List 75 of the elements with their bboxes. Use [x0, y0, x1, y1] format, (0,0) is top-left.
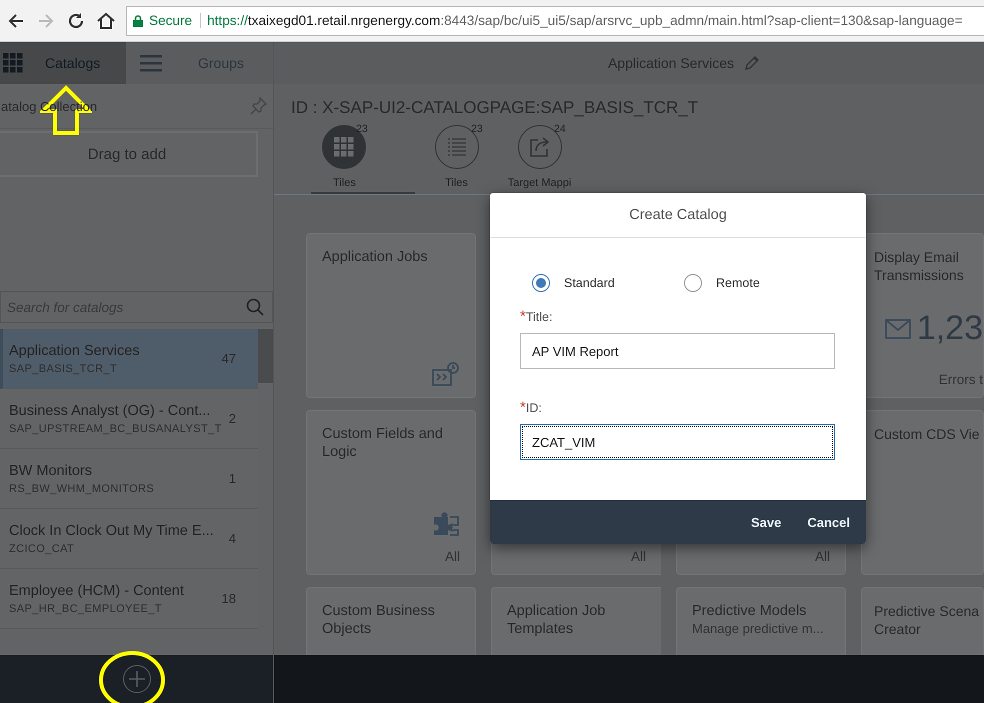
radio-option[interactable]: Standard: [532, 274, 684, 292]
app-tile[interactable]: Application Jobs: [306, 233, 476, 398]
share-icon: [528, 136, 550, 158]
drop-zone[interactable]: Drag to add: [0, 131, 258, 177]
pin-icon[interactable]: [249, 97, 267, 115]
list-icon: [446, 137, 466, 157]
tile-footer: Errors t: [938, 372, 983, 387]
app-tile[interactable]: Custom CDS Vie: [861, 410, 984, 575]
grid-icon: [334, 137, 354, 157]
app-tile[interactable]: Custom Fields and Logic All: [306, 410, 476, 575]
catalog-count: 47: [222, 351, 236, 366]
radio-option[interactable]: Remote: [684, 274, 836, 292]
catalog-id: SAP_UPSTREAM_BC_BUSANALYST_T: [9, 422, 222, 434]
catalog-id: SAP_HR_BC_EMPLOYEE_T: [9, 602, 163, 614]
count-label: 23: [471, 123, 483, 135]
tile-title: Application Jobs: [322, 248, 429, 266]
catalog-id: ZCICO_CAT: [9, 542, 76, 554]
app-tile[interactable]: Application Job Templates: [491, 587, 661, 655]
edit-icon[interactable]: [744, 55, 760, 71]
app-tile[interactable]: Custom Business Objects: [306, 587, 476, 655]
lock-icon: [133, 14, 143, 26]
process-icon: [432, 361, 460, 387]
scrollbar-thumb[interactable]: [258, 329, 273, 383]
plus-icon: [128, 670, 146, 688]
field-label: *ID:: [520, 399, 543, 416]
catalog-count: 18: [222, 591, 236, 606]
radio-icon[interactable]: [532, 274, 550, 292]
tile-subtitle: Manage predictive m...: [692, 621, 825, 636]
tile-footer: All: [814, 549, 830, 564]
kpi-value: 1,23: [916, 309, 983, 348]
tile-footer: All: [444, 549, 460, 564]
tile-title: Application Job Templates: [507, 602, 606, 638]
secure-label: Secure: [149, 13, 202, 28]
field-label: *Title:: [520, 308, 554, 325]
view-tab[interactable]: 23 Tiles: [311, 125, 415, 194]
reload-icon[interactable]: [66, 10, 86, 30]
tile-title: Predictive Models: [692, 602, 808, 620]
catalog-id: RS_BW_WHM_MONITORS: [9, 482, 154, 494]
app-tile[interactable]: Predictive Models Manage predictive m...: [676, 587, 846, 655]
input-field[interactable]: AP VIM Report: [520, 333, 835, 369]
tile-title: Custom Fields and Logic: [322, 425, 444, 461]
tile-title: Display Email Transmissions: [874, 248, 965, 284]
catalog-id: SAP_BASIS_TCR_T: [9, 362, 118, 374]
catalog-count: 4: [228, 531, 236, 546]
tile-title: Custom CDS Vie: [874, 425, 981, 443]
catalog-heading: ID : X-SAP-UI2-CATALOGPAGE:SAP_BASIS_TCR_T: [290, 97, 700, 118]
catalog-count: 1: [228, 471, 236, 486]
catalog-title: Employee (HCM) - Content: [9, 582, 184, 598]
circle-annotation: [98, 648, 166, 703]
catalog-title: Clock In Clock Out My Time E...: [9, 522, 214, 538]
search-icon[interactable]: [246, 298, 264, 316]
catalog-title: BW Monitors: [9, 462, 93, 478]
add-button[interactable]: [122, 665, 150, 693]
catalog-title: Business Analyst (OG) - Cont...: [9, 402, 212, 418]
catalog-title: Application Services: [9, 342, 140, 358]
dialog-title: Create Catalog: [490, 193, 866, 238]
dialog-button[interactable]: Save: [742, 508, 790, 536]
puzzle-icon: [432, 511, 460, 539]
catalog-count: 2: [228, 411, 236, 426]
url-text: https://txaixegd01.retail.nrgenergy.com:8443/sap/bc/ui5_ui5/sap/arsrvc_upb_admn/main.html?sap-client=130&sap-language=: [207, 13, 963, 28]
tile-title: Predictive Scena Creator: [874, 602, 980, 638]
home-icon[interactable]: [96, 10, 116, 30]
radio-icon[interactable]: [684, 274, 702, 292]
count-label: 23: [356, 123, 368, 135]
dialog-button[interactable]: Cancel: [799, 508, 858, 536]
tile-footer: All: [630, 549, 646, 564]
envelope-icon: [884, 318, 911, 338]
tile-title: Custom Business Objects: [322, 602, 436, 638]
input-field[interactable]: ZCAT_VIM: [520, 424, 835, 460]
app-tile[interactable]: Predictive Scena Creator: [861, 587, 984, 655]
grid-icon: [3, 53, 23, 73]
menu-icon: [140, 54, 162, 72]
count-label: 24: [554, 123, 566, 135]
catalog-list-item[interactable]: Application Services SAP_BASIS_TCR_T 47: [0, 329, 258, 389]
address-bar[interactable]: Secure https://txaixegd01.retail.nrgenergy.com:8443/sap/bc/ui5_ui5/sap/arsrvc_upb_admn/main.html?sap-client=130&sap-language=: [126, 6, 984, 36]
